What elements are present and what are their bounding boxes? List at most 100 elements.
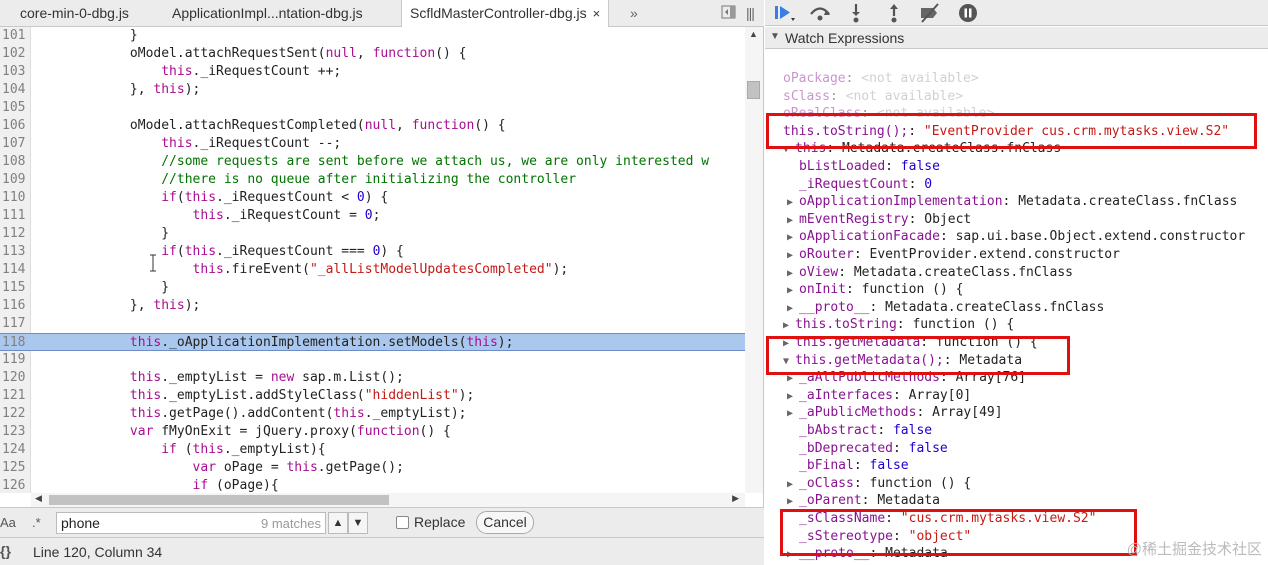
line-number[interactable]: 109 (0, 171, 30, 189)
line-number[interactable]: 119 (0, 351, 30, 369)
scroll-left-icon[interactable]: ◀ (35, 493, 42, 504)
code-line[interactable]: 113 if(this._iRequestCount === 0) { (0, 243, 745, 261)
watch-item[interactable]: _bAbstract: false (787, 422, 932, 440)
watch-item[interactable]: ▶ oView: Metadata.createClass.fnClass (787, 264, 1073, 282)
cancel-button[interactable]: Cancel (476, 511, 534, 534)
collapsed-triangle-icon[interactable]: ▶ (787, 496, 799, 507)
line-number[interactable]: 114 (0, 261, 30, 279)
vertical-scrollbar[interactable]: ▲ (745, 27, 763, 493)
code-line[interactable]: 102 oModel.attachRequestSent(null, funct… (0, 45, 745, 63)
close-icon[interactable]: × (593, 6, 601, 21)
collapsed-triangle-icon[interactable]: ▶ (787, 479, 799, 490)
code-line[interactable]: 103 this._iRequestCount ++; (0, 63, 745, 81)
watch-expressions-header[interactable]: ▼ Watch Expressions (765, 27, 1268, 49)
step-over-icon[interactable] (807, 2, 833, 24)
pretty-print-button[interactable]: {} (0, 543, 11, 559)
code-line[interactable]: 124 if (this._emptyList){ (0, 441, 745, 459)
code-line[interactable]: 109 //there is no queue after initializi… (0, 171, 745, 189)
resume-icon[interactable] (771, 2, 797, 24)
code-line[interactable]: 111 this._iRequestCount = 0; (0, 207, 745, 225)
code-line-highlighted[interactable]: 118 this._oApplicationImplementation.set… (0, 333, 745, 351)
collapsed-triangle-icon[interactable]: ▶ (787, 408, 799, 419)
watch-item[interactable]: ▶ mEventRegistry: Object (787, 211, 971, 229)
scroll-up-icon[interactable]: ▲ (749, 29, 758, 39)
line-number[interactable]: 120 (0, 369, 30, 387)
code-line[interactable]: 117 (0, 315, 745, 333)
step-out-icon[interactable] (881, 2, 907, 24)
pause-on-exceptions-icon[interactable] (955, 2, 981, 24)
line-number[interactable]: 106 (0, 117, 30, 135)
watch-item[interactable]: ▶ oApplicationFacade: sap.ui.base.Object… (787, 228, 1245, 246)
code-line[interactable]: 107 this._iRequestCount --; (0, 135, 745, 153)
line-number[interactable]: 112 (0, 225, 30, 243)
line-number[interactable]: 105 (0, 99, 30, 117)
line-number[interactable]: 122 (0, 405, 30, 423)
line-number[interactable]: 123 (0, 423, 30, 441)
watch-item[interactable]: ▶ _aInterfaces: Array[0] (787, 387, 971, 405)
line-number[interactable]: 108 (0, 153, 30, 171)
code-line[interactable]: 121 this._emptyList.addStyleClass("hidde… (0, 387, 745, 405)
line-number[interactable]: 103 (0, 63, 30, 81)
watch-item[interactable]: _iRequestCount: 0 (787, 176, 932, 194)
line-number[interactable]: 118 (0, 334, 30, 352)
collapsed-triangle-icon[interactable]: ▶ (787, 232, 799, 243)
code-line[interactable]: 122 this.getPage().addContent(this._empt… (0, 405, 745, 423)
regex-toggle[interactable]: .* (32, 515, 41, 530)
code-line[interactable]: 108 //some requests are sent before we a… (0, 153, 745, 171)
watch-item[interactable]: sClass: <not available> (783, 88, 963, 106)
collapsed-triangle-icon[interactable]: ▶ (787, 285, 799, 296)
replace-checkbox[interactable] (396, 516, 409, 529)
line-number[interactable]: 104 (0, 81, 30, 99)
collapsed-triangle-icon[interactable]: ▶ (787, 303, 799, 314)
tab-application-impl[interactable]: ApplicationImpl...ntation-dbg.js (164, 0, 371, 27)
watch-item[interactable]: ▶ oRouter: EventProvider.extend.construc… (787, 246, 1120, 264)
code-line[interactable]: 115 } (0, 279, 745, 297)
line-number[interactable]: 113 (0, 243, 30, 261)
tab-scfld-master-controller[interactable]: ScfldMasterController-dbg.js × (401, 0, 610, 28)
search-field[interactable]: 9 matches (56, 512, 326, 534)
code-line[interactable]: 120 this._emptyList = new sap.m.List(); (0, 369, 745, 387)
line-number[interactable]: 107 (0, 135, 30, 153)
scrollbar-thumb[interactable] (747, 81, 760, 99)
more-tabs-icon[interactable]: » (630, 4, 638, 22)
code-line[interactable]: 112 } (0, 225, 745, 243)
watch-item[interactable]: _bDeprecated: false (787, 440, 948, 458)
code-line[interactable]: 110 if(this._iRequestCount < 0) { (0, 189, 745, 207)
line-number[interactable]: 110 (0, 189, 30, 207)
code-line[interactable]: 114 this.fireEvent("_allListModelUpdates… (0, 261, 745, 279)
watch-item[interactable]: ▶ _oClass: function () { (787, 475, 971, 493)
scroll-right-icon[interactable]: ▶ (732, 493, 739, 504)
collapsed-triangle-icon[interactable]: ▶ (787, 250, 799, 261)
collapsed-triangle-icon[interactable]: ▶ (787, 268, 799, 279)
match-case-toggle[interactable]: Aa (0, 515, 16, 530)
line-number[interactable]: 101 (0, 27, 30, 45)
line-number[interactable]: 115 (0, 279, 30, 297)
line-number[interactable]: 111 (0, 207, 30, 225)
code-line[interactable]: 125 var oPage = this.getPage(); (0, 459, 745, 477)
toggle-sidebar-icon[interactable] (721, 4, 737, 22)
tab-core-min[interactable]: core-min-0-dbg.js (12, 0, 137, 27)
collapsed-triangle-icon[interactable]: ▶ (783, 320, 795, 331)
code-line[interactable]: 105 (0, 99, 745, 117)
line-number[interactable]: 121 (0, 387, 30, 405)
pane-options-icon[interactable]: ||| (746, 4, 755, 22)
watch-item[interactable]: _bFinal: false (787, 457, 909, 475)
line-number[interactable]: 124 (0, 441, 30, 459)
code-editor[interactable]: 101 } 102 oModel.attachRequestSent(null, … (0, 27, 745, 493)
deactivate-breakpoints-icon[interactable] (917, 2, 943, 24)
previous-match-button[interactable]: ▲ (328, 512, 348, 534)
watch-item[interactable]: bListLoaded: false (787, 158, 940, 176)
code-line[interactable]: 126 if (oPage){ (0, 477, 745, 493)
line-number[interactable]: 125 (0, 459, 30, 477)
step-into-icon[interactable] (843, 2, 869, 24)
collapsed-triangle-icon[interactable]: ▶ (787, 391, 799, 402)
code-line[interactable]: 104 }, this); (0, 81, 745, 99)
search-input[interactable] (57, 513, 247, 533)
collapsed-triangle-icon[interactable]: ▶ (787, 215, 799, 226)
watch-item[interactable]: ▶ __proto__: Metadata.createClass.fnClas… (787, 299, 1104, 317)
line-number[interactable]: 117 (0, 315, 30, 333)
horizontal-scrollbar[interactable]: ◀ ▶ (31, 493, 745, 507)
line-number[interactable]: 102 (0, 45, 30, 63)
next-match-button[interactable]: ▼ (348, 512, 368, 534)
line-number[interactable]: 116 (0, 297, 30, 315)
